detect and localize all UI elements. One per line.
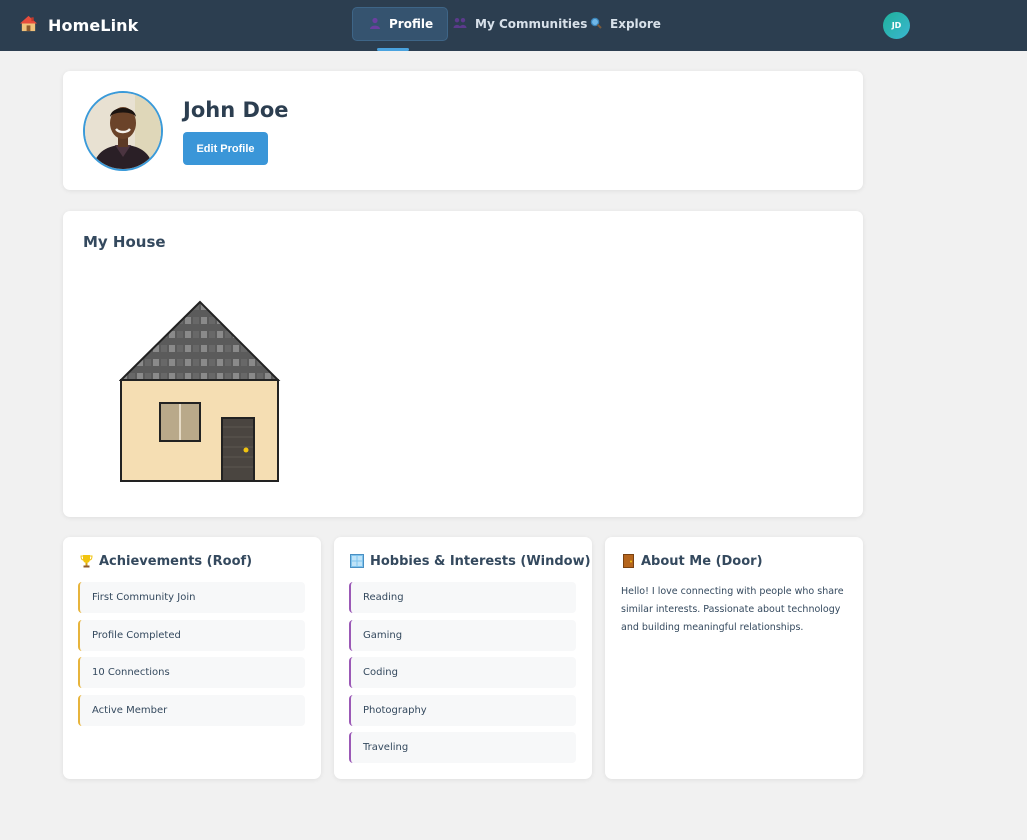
achievements-list: First Community Join Profile Completed 1… <box>78 582 305 732</box>
house-door[interactable] <box>221 417 255 482</box>
house-roof[interactable] <box>119 300 281 381</box>
house-illustration <box>119 300 281 482</box>
hobbies-card: Hobbies & Interests (Window) Reading Gam… <box>334 537 592 779</box>
magnifier-icon <box>590 17 602 32</box>
profile-card: John Doe Edit Profile <box>63 71 863 190</box>
hobbies-title: Hobbies & Interests (Window) <box>350 553 591 569</box>
hobby-item: Reading <box>349 582 576 613</box>
achievements-title-text: Achievements (Roof) <box>99 553 253 569</box>
hobby-item: Coding <box>349 657 576 688</box>
hobbies-list: Reading Gaming Coding Photography Travel… <box>349 582 576 770</box>
person-icon <box>369 17 381 32</box>
hobbies-title-text: Hobbies & Interests (Window) <box>370 553 591 569</box>
nav-tab-label: My Communities <box>475 17 588 31</box>
house-card: My House <box>63 211 863 517</box>
about-text: Hello! I love connecting with people who… <box>621 586 844 633</box>
hobby-item: Gaming <box>349 619 576 651</box>
nav-tab-label: Explore <box>610 17 661 31</box>
nav-tab-profile[interactable]: Profile <box>352 7 449 41</box>
house-section-title: My House <box>83 233 166 251</box>
about-card: About Me (Door) Hello! I love connecting… <box>605 537 863 779</box>
profile-photo <box>83 91 163 171</box>
door-icon <box>621 553 635 569</box>
active-tab-indicator <box>377 48 409 51</box>
door-knob <box>243 447 249 453</box>
app-name: HomeLink <box>48 15 139 35</box>
house-icon <box>19 14 38 37</box>
user-avatar[interactable]: JD <box>883 12 910 39</box>
about-title: About Me (Door) <box>621 553 763 569</box>
people-icon <box>453 17 467 32</box>
nav-tab-label: Profile <box>389 17 434 31</box>
top-navbar: HomeLink Profile My Communities Explore … <box>0 0 1027 51</box>
achievements-title: Achievements (Roof) <box>79 553 252 569</box>
hobby-item: Photography <box>349 694 576 726</box>
house-window[interactable] <box>159 402 201 442</box>
profile-name: John Doe <box>183 98 289 122</box>
achievements-card: Achievements (Roof) First Community Join… <box>63 537 321 779</box>
achievement-item: 10 Connections <box>78 657 305 688</box>
edit-profile-button[interactable]: Edit Profile <box>183 132 268 165</box>
achievement-item: Active Member <box>78 694 305 726</box>
achievement-item: Profile Completed <box>78 619 305 651</box>
nav-tab-explore[interactable]: Explore <box>574 7 675 41</box>
trophy-icon <box>79 553 93 569</box>
brand[interactable]: HomeLink <box>19 13 138 37</box>
hobby-item: Traveling <box>349 732 576 763</box>
window-icon <box>350 553 364 569</box>
achievement-item: First Community Join <box>78 582 305 613</box>
about-title-text: About Me (Door) <box>641 553 763 569</box>
